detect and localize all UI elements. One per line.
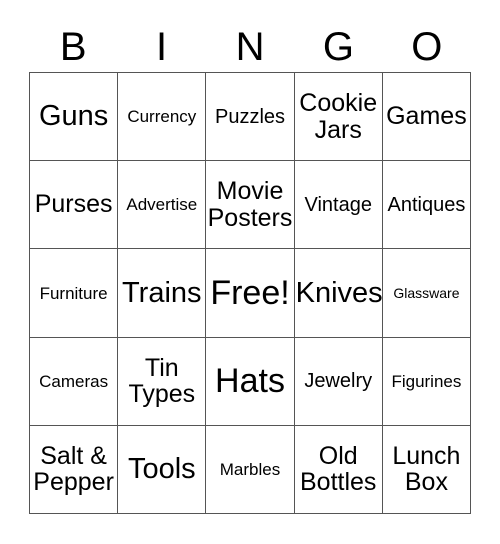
bingo-cell[interactable]: Furniture [30, 249, 119, 338]
bingo-cell[interactable]: Jewelry [294, 337, 383, 426]
bingo-cell[interactable]: Lunch Box [382, 425, 472, 515]
bingo-cell-free[interactable]: Free! [206, 249, 295, 338]
bingo-cell-label: Lunch Box [392, 441, 461, 497]
bingo-cell[interactable]: Cookie Jars [294, 73, 383, 162]
bingo-cell[interactable]: Antiques [382, 161, 472, 250]
bingo-grid: Guns Currency Puzzles Cookie Jars Games … [29, 72, 472, 515]
bingo-header: B I N G O [29, 22, 471, 72]
bingo-cell-label: Antiques [387, 193, 466, 216]
bingo-row: Guns Currency Puzzles Cookie Jars Games [30, 73, 472, 162]
bingo-cell[interactable]: Tin Types [118, 337, 207, 426]
bingo-cell-label: Knives [295, 276, 383, 309]
bingo-cell-label: Guns [38, 100, 109, 133]
bingo-cell[interactable]: Trains [118, 249, 207, 338]
bingo-cell-label: Furniture [39, 283, 108, 303]
bingo-cell[interactable]: Glassware [382, 249, 472, 338]
bingo-cell-label: Advertise [126, 195, 198, 215]
bingo-cell-label: Currency [127, 107, 197, 127]
header-letter-i: I [156, 25, 168, 69]
bingo-cell[interactable]: Purses [30, 161, 119, 250]
header-letter-b: B [59, 25, 87, 69]
bingo-cell[interactable]: Figurines [382, 337, 472, 426]
bingo-cell[interactable]: Guns [30, 73, 119, 162]
bingo-cell-label: Tools [127, 452, 196, 485]
bingo-cell-label: Figurines [391, 371, 462, 391]
bingo-cell[interactable]: Salt & Pepper [30, 425, 119, 515]
bingo-cell[interactable]: Puzzles [206, 73, 295, 162]
header-letter-n: N [235, 25, 265, 69]
bingo-cell-label: Movie Posters [207, 177, 293, 232]
bingo-cell-label: Cookie Jars [299, 89, 378, 144]
header-letter-o: O [411, 25, 443, 69]
bingo-cell-label: Cameras [39, 371, 109, 391]
bingo-cell[interactable]: Tools [118, 425, 207, 515]
bingo-cell[interactable]: Hats [206, 337, 295, 426]
bingo-cell-label: Games [386, 102, 467, 131]
bingo-cell[interactable]: Old Bottles [294, 425, 383, 515]
bingo-cell[interactable]: Games [382, 73, 472, 162]
bingo-cell[interactable]: Marbles [206, 425, 295, 515]
bingo-cell-label: Purses [34, 190, 113, 219]
bingo-cell-label: Marbles [219, 459, 281, 479]
bingo-free-label: Free! [210, 274, 290, 312]
bingo-cell-label: Trains [122, 276, 202, 309]
bingo-cell-label: Tin Types [128, 353, 196, 409]
bingo-cell-label: Glassware [393, 285, 460, 301]
bingo-cell-label: Puzzles [214, 105, 286, 128]
bingo-cell-label: Old Bottles [299, 441, 377, 497]
bingo-row: Cameras Tin Types Hats Jewelry Figurines [30, 337, 472, 426]
bingo-cell[interactable]: Movie Posters [206, 161, 295, 250]
bingo-row: Furniture Trains Free! Knives Glassware [30, 249, 472, 338]
bingo-cell-label: Vintage [304, 193, 372, 216]
header-letter-g: G [322, 25, 354, 69]
bingo-row: Salt & Pepper Tools Marbles Old Bottles … [30, 425, 472, 515]
bingo-row: Purses Advertise Movie Posters Vintage A… [30, 161, 472, 250]
bingo-cell[interactable]: Currency [118, 73, 207, 162]
bingo-cell[interactable]: Advertise [118, 161, 207, 250]
bingo-cell-label: Hats [215, 362, 285, 401]
bingo-cell[interactable]: Cameras [30, 337, 119, 426]
bingo-cell-label: Jewelry [304, 370, 373, 393]
bingo-cell[interactable]: Vintage [294, 161, 383, 250]
bingo-card: B I N G O Guns Currency Puzzles Cookie J… [0, 0, 500, 544]
bingo-cell-label: Salt & Pepper [33, 441, 114, 497]
bingo-cell[interactable]: Knives [294, 249, 383, 338]
